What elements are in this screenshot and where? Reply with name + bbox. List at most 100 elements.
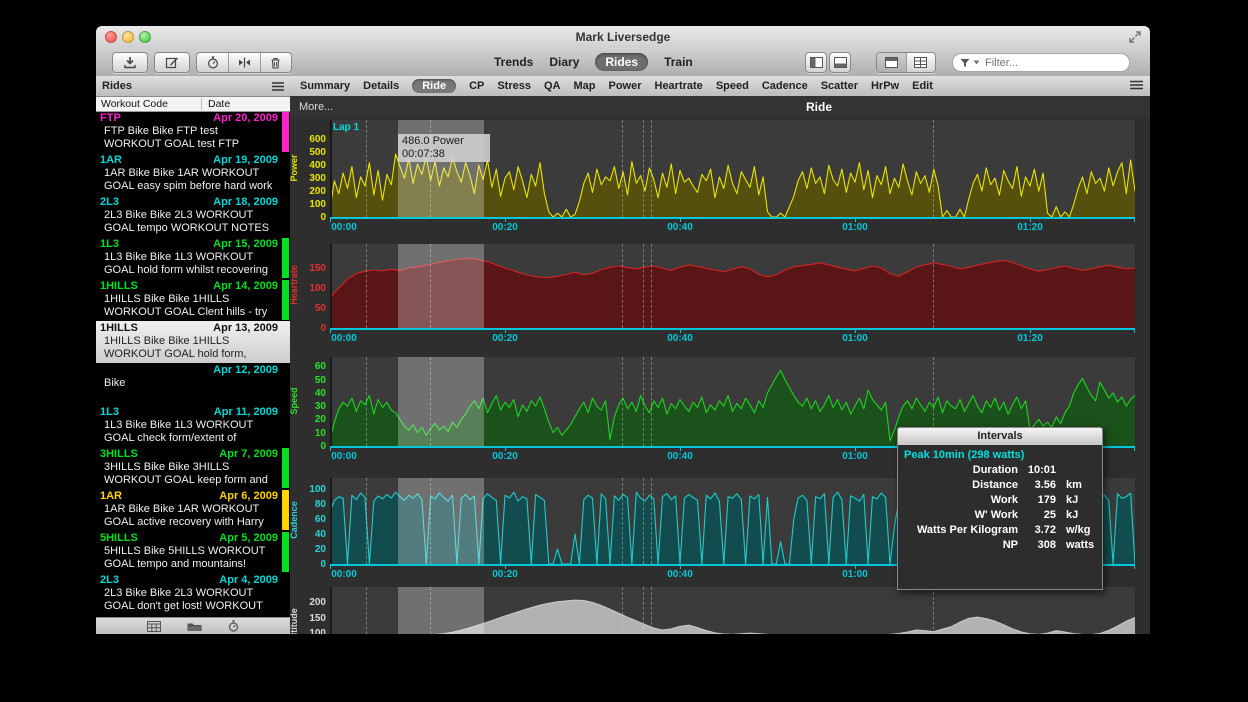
power-tooltip: 486.0 Power 00:07:38 [398,134,490,162]
filter-input[interactable] [983,56,1097,70]
interval-row: Distance3.56km [898,478,1102,493]
x-axis: 00:0000:2000:4001:0001:20 [330,328,1135,346]
chart-altitude-plot[interactable] [330,587,1135,634]
tab-scatter[interactable]: Scatter [821,80,858,92]
ride-item-header: 1L3Apr 11, 2009 [100,406,290,419]
ride-item-header: 2L3Apr 18, 2009 [100,196,290,209]
y-axis-tick-label: 100 [292,199,326,210]
ride-list-item[interactable]: 1HILLSApr 13, 20091HILLS Bike Bike 1HILL… [96,321,290,363]
ride-list-item[interactable]: Apr 12, 2009Bike [96,363,290,405]
x-axis-label: 00:40 [667,333,693,344]
toggle-bottombar-button[interactable] [829,52,851,73]
close-button[interactable] [105,31,117,43]
chart-heartrate-plot[interactable] [330,244,1135,328]
tab-details[interactable]: Details [363,80,399,92]
interval-row: Work179kJ [898,493,1102,508]
interval-metric-unit: watts [1056,538,1094,553]
intervals-popup-titlebar[interactable]: Intervals [897,427,1103,446]
ride-list-item[interactable]: 1L3Apr 11, 20091L3 Bike Bike 1L3 WORKOUT… [96,405,290,447]
view-single-icon [885,57,898,68]
ride-list-item[interactable]: 1L3Apr 15, 20091L3 Bike Bike 1L3 WORKOUT… [96,237,290,279]
interval-metric-label: W' Work [898,508,1018,523]
y-axis-spine [330,357,332,446]
x-axis-label: 00:00 [331,333,357,344]
sidebar-column-header[interactable]: Workout Code Date [96,97,290,112]
tab-power[interactable]: Power [608,80,641,92]
ride-list-item[interactable]: 2L3Apr 4, 20092L3 Bike Bike 2L3 WORKOUT … [96,573,290,615]
y-axis-title: Altitude [289,605,299,635]
lap-marker-line [622,244,623,328]
lap-marker-line [366,120,367,217]
filter-field[interactable] [952,53,1130,72]
ride-color-bar [282,280,289,320]
filter-funnel-icon [960,58,970,68]
split-button[interactable] [228,53,259,72]
more-button[interactable]: More... [299,96,333,118]
toggle-sidebar-button[interactable] [805,52,827,73]
edit-button[interactable] [154,52,190,73]
intervals-popup: Intervals Peak 10min (298 watts) Duratio… [897,427,1103,590]
stopwatch-button[interactable] [197,53,228,72]
y-axis-tick-label: 0 [292,559,326,570]
ride-color-bar [282,532,289,572]
ride-date: Apr 20, 2009 [213,112,278,125]
ride-list-item[interactable]: 1HILLSApr 14, 20091HILLS Bike Bike 1HILL… [96,279,290,321]
ride-color-bar [282,490,289,530]
ride-description: 1AR Bike Bike 1AR WORKOUT GOAL easy spim… [104,167,278,193]
tab-map[interactable]: Map [573,80,595,92]
interval-metric-value: 25 [1018,508,1056,523]
stopwatch-icon[interactable] [228,620,239,632]
interval-metric-value: 179 [1018,493,1056,508]
ride-list-item[interactable]: 5HILLSApr 5, 20095HILLS Bike 5HILLS WORK… [96,531,290,573]
selection-region[interactable] [398,587,484,634]
selection-region[interactable] [398,244,484,328]
interval-metric-unit: w/kg [1056,523,1090,538]
ride-code: 3HILLS [100,448,138,461]
fullscreen-icon[interactable] [1128,30,1142,44]
tooltip-time: 00:07:38 [402,148,486,161]
calendar-icon[interactable] [147,621,161,632]
y-axis-tick-label: 0 [292,212,326,223]
tab-hrpw[interactable]: HrPw [871,80,899,92]
ride-list-item[interactable]: FTPApr 20, 2009FTP Bike Bike FTP test WO… [96,111,290,153]
lap-marker-line [651,244,652,328]
tab-cp[interactable]: CP [469,80,484,92]
tab-ride[interactable]: Ride [412,79,456,93]
tab-diary[interactable]: Diary [549,55,579,69]
interval-metric-label: Duration [898,463,1018,478]
download-button[interactable] [112,52,148,73]
column-date[interactable]: Date [202,98,230,110]
view-single-button[interactable] [877,53,906,72]
tab-rides[interactable]: Rides [595,53,648,71]
tab-qa[interactable]: QA [544,80,561,92]
column-workout-code[interactable]: Workout Code [96,98,202,110]
ride-code: 2L3 [100,196,119,209]
x-axis-label: 01:00 [842,569,868,580]
y-axis-title: Speed [289,381,299,421]
ride-item-header: 1HILLSApr 13, 2009 [100,322,290,335]
tab-train[interactable]: Train [664,55,693,69]
tab-edit[interactable]: Edit [912,80,933,92]
tab-heartrate[interactable]: Heartrate [655,80,703,92]
ride-list-item[interactable]: 1ARApr 19, 20091AR Bike Bike 1AR WORKOUT… [96,153,290,195]
zoom-button[interactable] [139,31,151,43]
tab-cadence[interactable]: Cadence [762,80,808,92]
lap-marker-line [366,244,367,328]
delete-button[interactable] [260,53,291,72]
ride-list-item[interactable]: 2L3Apr 18, 20092L3 Bike Bike 2L3 WORKOUT… [96,195,290,237]
selection-region[interactable] [398,478,484,564]
tab-trends[interactable]: Trends [494,55,533,69]
chart-menu-icon[interactable] [1130,80,1143,90]
ride-list-item[interactable]: 1ARApr 6, 20091AR Bike Bike 1AR WORKOUT … [96,489,290,531]
selection-region[interactable] [398,357,484,446]
tab-summary[interactable]: Summary [300,80,350,92]
tab-speed[interactable]: Speed [716,80,749,92]
ride-list-item[interactable]: 3HILLSApr 7, 20093HILLS Bike Bike 3HILLS… [96,447,290,489]
view-tiled-button[interactable] [906,53,935,72]
x-axis-tick [1134,448,1135,451]
lap-marker-line [643,244,644,328]
tab-stress[interactable]: Stress [497,80,531,92]
minimize-button[interactable] [122,31,134,43]
folder-icon[interactable] [187,621,202,632]
sidebar-menu-icon[interactable] [272,82,284,91]
